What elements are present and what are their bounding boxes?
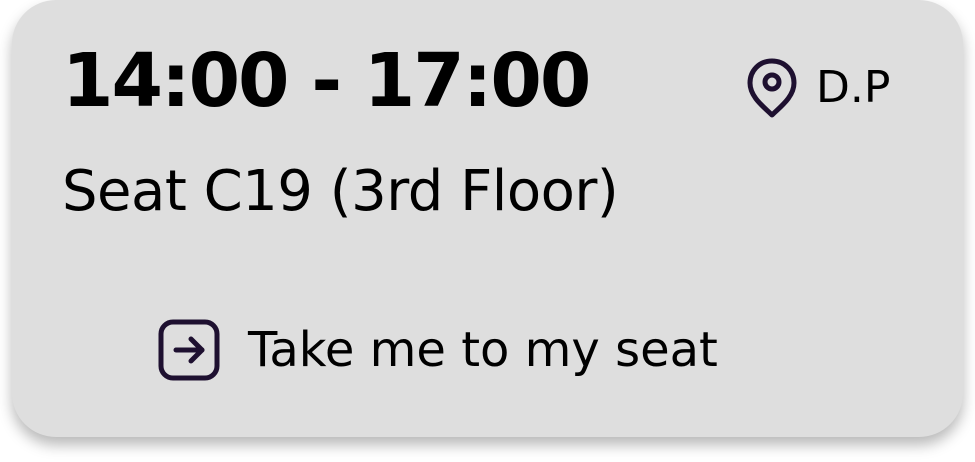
arrow-right-square-icon [158,319,220,381]
booking-time-range: 14:00 - 17:00 [62,38,591,124]
location-label: D.P [816,62,891,113]
booking-location: D.P [746,56,890,120]
take-me-to-seat-button[interactable]: Take me to my seat [158,318,718,382]
booking-card: 14:00 - 17:00 D.P Seat C19 (3rd Floor) T… [12,0,963,437]
map-pin-icon [746,57,798,119]
booking-seat: Seat C19 (3rd Floor) [62,159,619,224]
take-me-to-seat-label: Take me to my seat [248,322,718,378]
